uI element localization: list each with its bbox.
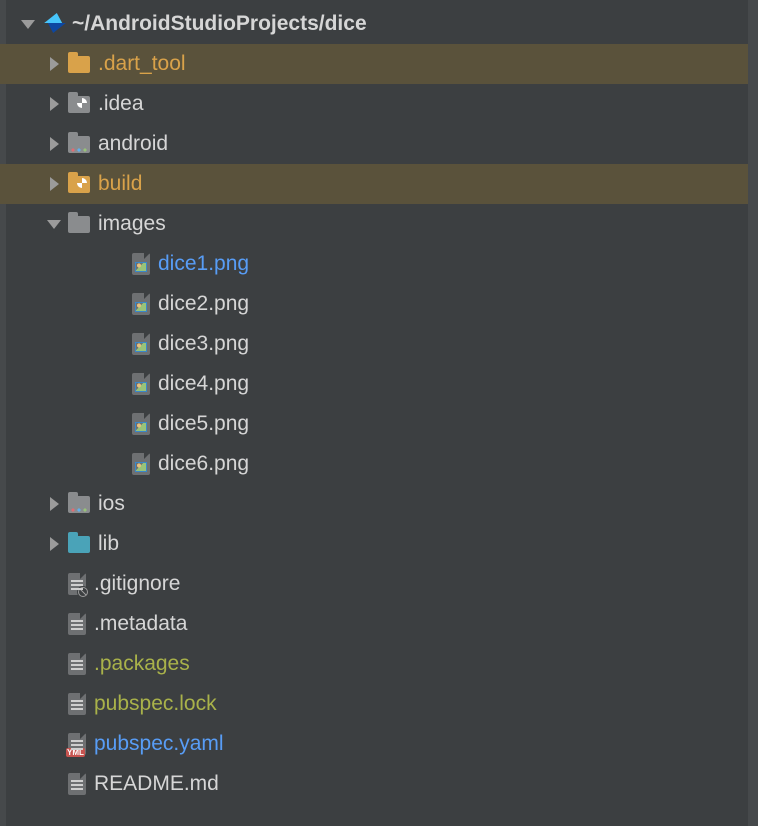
chevron-right-icon	[50, 537, 59, 551]
tree-item-label: dice1.png	[158, 252, 249, 276]
tree-file-row[interactable]: .metadata	[0, 604, 758, 644]
tree-item-label: build	[98, 172, 142, 196]
project-tree: ~/AndroidStudioProjects/dice .dart_tool.…	[0, 0, 758, 804]
tree-item-label: .packages	[94, 652, 190, 676]
chevron-right-icon	[50, 497, 59, 511]
tree-item-label: .metadata	[94, 612, 187, 636]
tree-folder-row[interactable]: android	[0, 124, 758, 164]
disclosure-toggle[interactable]	[40, 497, 68, 511]
tree-item-label: dice5.png	[158, 412, 249, 436]
tree-item-label: dice4.png	[158, 372, 249, 396]
tree-item-label: ios	[98, 492, 125, 516]
flutter-project-icon	[42, 13, 64, 35]
chevron-right-icon	[50, 97, 59, 111]
chevron-right-icon	[50, 177, 59, 191]
tree-item-label: android	[98, 132, 168, 156]
tree-item-label: README.md	[94, 772, 219, 796]
disclosure-toggle[interactable]	[40, 177, 68, 191]
chevron-right-icon	[50, 137, 59, 151]
tree-file-row[interactable]: dice5.png	[0, 404, 758, 444]
disclosure-toggle[interactable]	[40, 220, 68, 229]
annotation-arrow	[0, 804, 758, 826]
file-icon: YML	[68, 733, 86, 755]
image-file-icon	[132, 453, 150, 475]
tree-folder-row[interactable]: images	[0, 204, 758, 244]
folder-icon	[68, 56, 90, 73]
tree-file-row[interactable]: dice6.png	[0, 444, 758, 484]
tree-item-label: .idea	[98, 92, 144, 116]
tree-file-row[interactable]: pubspec.lock	[0, 684, 758, 724]
tree-file-row[interactable]: dice1.png	[0, 244, 758, 284]
image-file-icon	[132, 293, 150, 315]
tree-folder-row[interactable]: lib	[0, 524, 758, 564]
file-icon	[68, 573, 86, 595]
disclosure-toggle[interactable]	[40, 97, 68, 111]
chevron-down-icon	[21, 20, 35, 29]
folder-icon	[68, 136, 90, 153]
disclosure-toggle[interactable]	[40, 137, 68, 151]
chevron-down-icon	[47, 220, 61, 229]
tree-item-label: .dart_tool	[98, 52, 186, 76]
root-label: ~/AndroidStudioProjects/dice	[72, 12, 367, 36]
file-icon	[68, 773, 86, 795]
chevron-right-icon	[50, 57, 59, 71]
image-file-icon	[132, 253, 150, 275]
tree-item-label: dice3.png	[158, 332, 249, 356]
folder-icon	[68, 96, 90, 113]
image-file-icon	[132, 413, 150, 435]
tree-item-label: images	[98, 212, 166, 236]
tree-file-row[interactable]: .packages	[0, 644, 758, 684]
folder-icon	[68, 536, 90, 553]
tree-file-row[interactable]: dice4.png	[0, 364, 758, 404]
vertical-scrollbar[interactable]	[748, 0, 758, 826]
file-icon	[68, 613, 86, 635]
disclosure-toggle[interactable]	[40, 537, 68, 551]
disclosure-toggle[interactable]	[40, 57, 68, 71]
tree-item-label: dice6.png	[158, 452, 249, 476]
folder-icon	[68, 496, 90, 513]
tree-file-row[interactable]: dice3.png	[0, 324, 758, 364]
tree-folder-row[interactable]: .idea	[0, 84, 758, 124]
tree-file-row[interactable]: .gitignore	[0, 564, 758, 604]
tree-item-label: .gitignore	[94, 572, 180, 596]
image-file-icon	[132, 373, 150, 395]
tree-item-label: pubspec.lock	[94, 692, 217, 716]
tree-folder-row[interactable]: ios	[0, 484, 758, 524]
tree-folder-row[interactable]: .dart_tool	[0, 44, 758, 84]
tree-file-row[interactable]: YML pubspec.yaml	[0, 724, 758, 764]
image-file-icon	[132, 333, 150, 355]
tree-folder-row[interactable]: build	[0, 164, 758, 204]
tree-item-label: dice2.png	[158, 292, 249, 316]
file-icon	[68, 693, 86, 715]
tree-item-label: pubspec.yaml	[94, 732, 224, 756]
tree-root-row[interactable]: ~/AndroidStudioProjects/dice	[0, 4, 758, 44]
folder-icon	[68, 176, 90, 193]
tree-file-row[interactable]: README.md	[0, 764, 758, 804]
file-icon	[68, 653, 86, 675]
tree-file-row[interactable]: dice2.png	[0, 284, 758, 324]
folder-icon	[68, 216, 90, 233]
tree-item-label: lib	[98, 532, 119, 556]
disclosure-toggle[interactable]	[14, 20, 42, 29]
